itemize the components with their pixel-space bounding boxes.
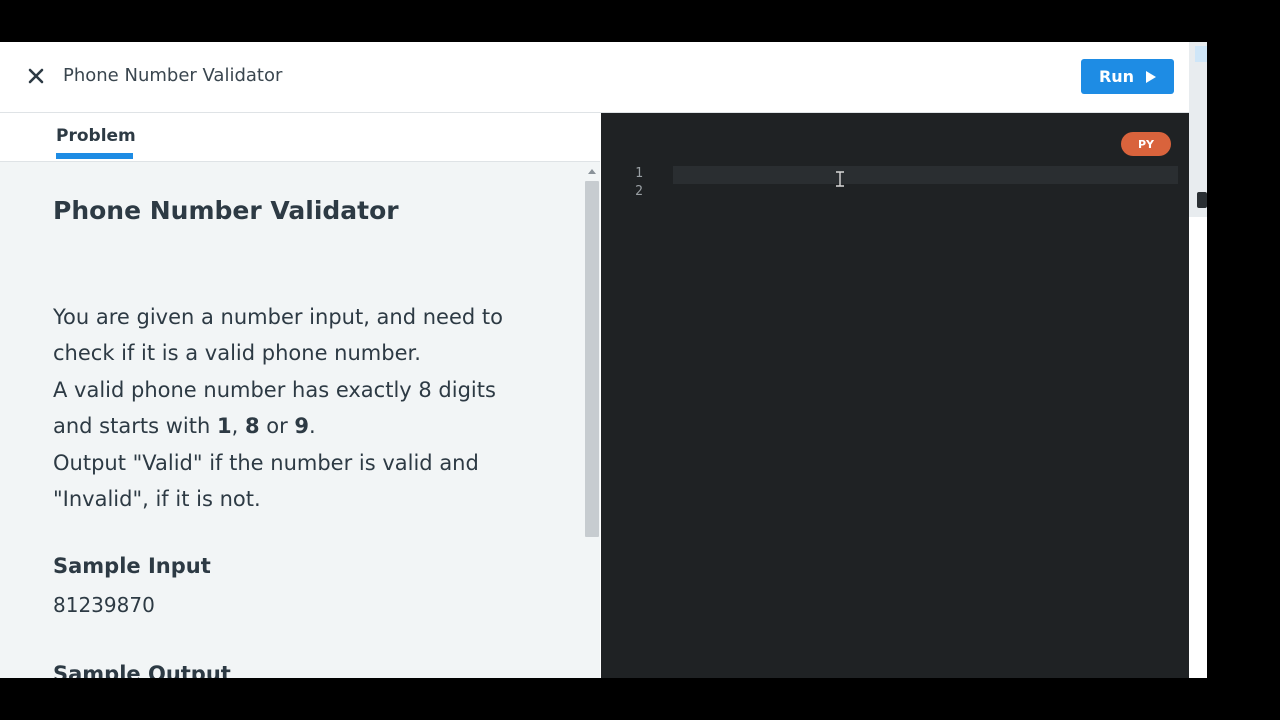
language-badge[interactable]: PY bbox=[1121, 132, 1171, 156]
tab-problem[interactable]: Problem bbox=[56, 126, 136, 146]
digit-1: 1 bbox=[216, 414, 232, 439]
run-button[interactable]: Run bbox=[1081, 59, 1174, 94]
problem-description: You are given a number input, and need t… bbox=[53, 299, 533, 517]
description-line: Output "Valid" if the number is valid an… bbox=[53, 450, 479, 512]
sample-input-heading: Sample Input bbox=[53, 554, 211, 578]
page-title: Phone Number Validator bbox=[63, 65, 283, 86]
scrollbar-thumb[interactable] bbox=[585, 181, 599, 537]
description-line: You are given a number input, and need t… bbox=[53, 305, 503, 366]
line-number: 1 bbox=[635, 166, 643, 181]
active-tab-indicator bbox=[56, 153, 133, 159]
scroll-up-arrow-icon[interactable] bbox=[588, 169, 596, 174]
code-input-area[interactable] bbox=[673, 165, 1178, 665]
problem-scrollbar[interactable] bbox=[584, 163, 600, 678]
problem-panel: Problem Phone Number Validator You are g… bbox=[0, 113, 600, 678]
digit-8: 8 bbox=[244, 414, 260, 439]
text-cursor-icon bbox=[835, 171, 844, 187]
line-number: 2 bbox=[635, 184, 643, 199]
line-number-gutter: 1 2 bbox=[601, 165, 661, 201]
sample-output-heading: Sample Output bbox=[53, 662, 231, 678]
app-window: Phone Number Validator Run Problem Phone… bbox=[0, 42, 1207, 678]
side-toolbar-item[interactable] bbox=[1195, 46, 1207, 62]
header: Phone Number Validator Run bbox=[0, 42, 1207, 113]
problem-title: Phone Number Validator bbox=[53, 196, 399, 225]
run-button-label: Run bbox=[1098, 67, 1135, 86]
digit-9: 9 bbox=[294, 414, 310, 439]
description-line: A valid phone number has exactly 8 digit… bbox=[53, 377, 496, 439]
side-toolbar-item[interactable] bbox=[1197, 192, 1207, 208]
code-editor[interactable]: PY 1 2 bbox=[601, 113, 1189, 678]
close-icon[interactable] bbox=[24, 64, 48, 88]
sample-input-value: 81239870 bbox=[53, 593, 155, 617]
play-icon bbox=[1146, 70, 1157, 83]
tab-bar: Problem bbox=[0, 113, 600, 162]
side-toolbar-strip bbox=[1189, 42, 1207, 217]
